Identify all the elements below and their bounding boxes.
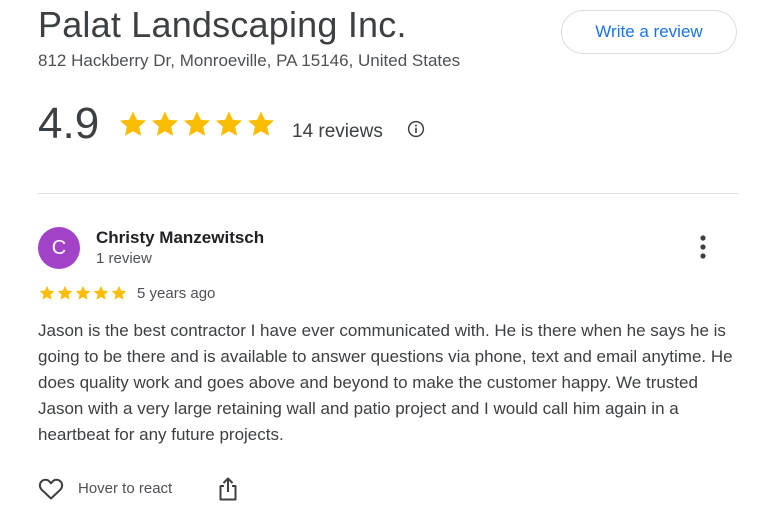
star-icon bbox=[39, 285, 55, 300]
reviewer-review-count: 1 review bbox=[96, 250, 152, 267]
star-icon bbox=[119, 111, 147, 136]
overall-stars bbox=[117, 108, 277, 140]
review-count[interactable]: 14 reviews bbox=[292, 121, 383, 143]
section-divider bbox=[38, 193, 738, 194]
star-icon bbox=[111, 285, 127, 300]
more-vert-icon[interactable] bbox=[694, 234, 712, 260]
review-text: Jason is the best contractor I have ever… bbox=[38, 321, 733, 444]
react-label[interactable]: Hover to react bbox=[78, 480, 172, 497]
reviewer-name[interactable]: Christy Manzewitsch bbox=[96, 228, 264, 248]
info-icon[interactable] bbox=[407, 120, 425, 138]
share-icon[interactable] bbox=[217, 476, 239, 502]
review-time: 5 years ago bbox=[137, 285, 216, 302]
star-icon bbox=[57, 285, 73, 300]
star-icon bbox=[93, 285, 109, 300]
star-icon bbox=[183, 111, 211, 136]
overall-rating: 4.9 bbox=[38, 99, 100, 148]
heart-outline-icon[interactable] bbox=[38, 477, 64, 501]
star-icon bbox=[215, 111, 243, 136]
star-icon bbox=[247, 111, 275, 136]
star-icon bbox=[151, 111, 179, 136]
avatar[interactable]: C bbox=[38, 227, 80, 269]
review-stars bbox=[38, 284, 128, 302]
business-name: Palat Landscaping Inc. bbox=[38, 4, 407, 45]
star-icon bbox=[75, 285, 91, 300]
business-address: 812 Hackberry Dr, Monroeville, PA 15146,… bbox=[38, 51, 461, 70]
write-review-button[interactable]: Write a review bbox=[561, 10, 737, 54]
